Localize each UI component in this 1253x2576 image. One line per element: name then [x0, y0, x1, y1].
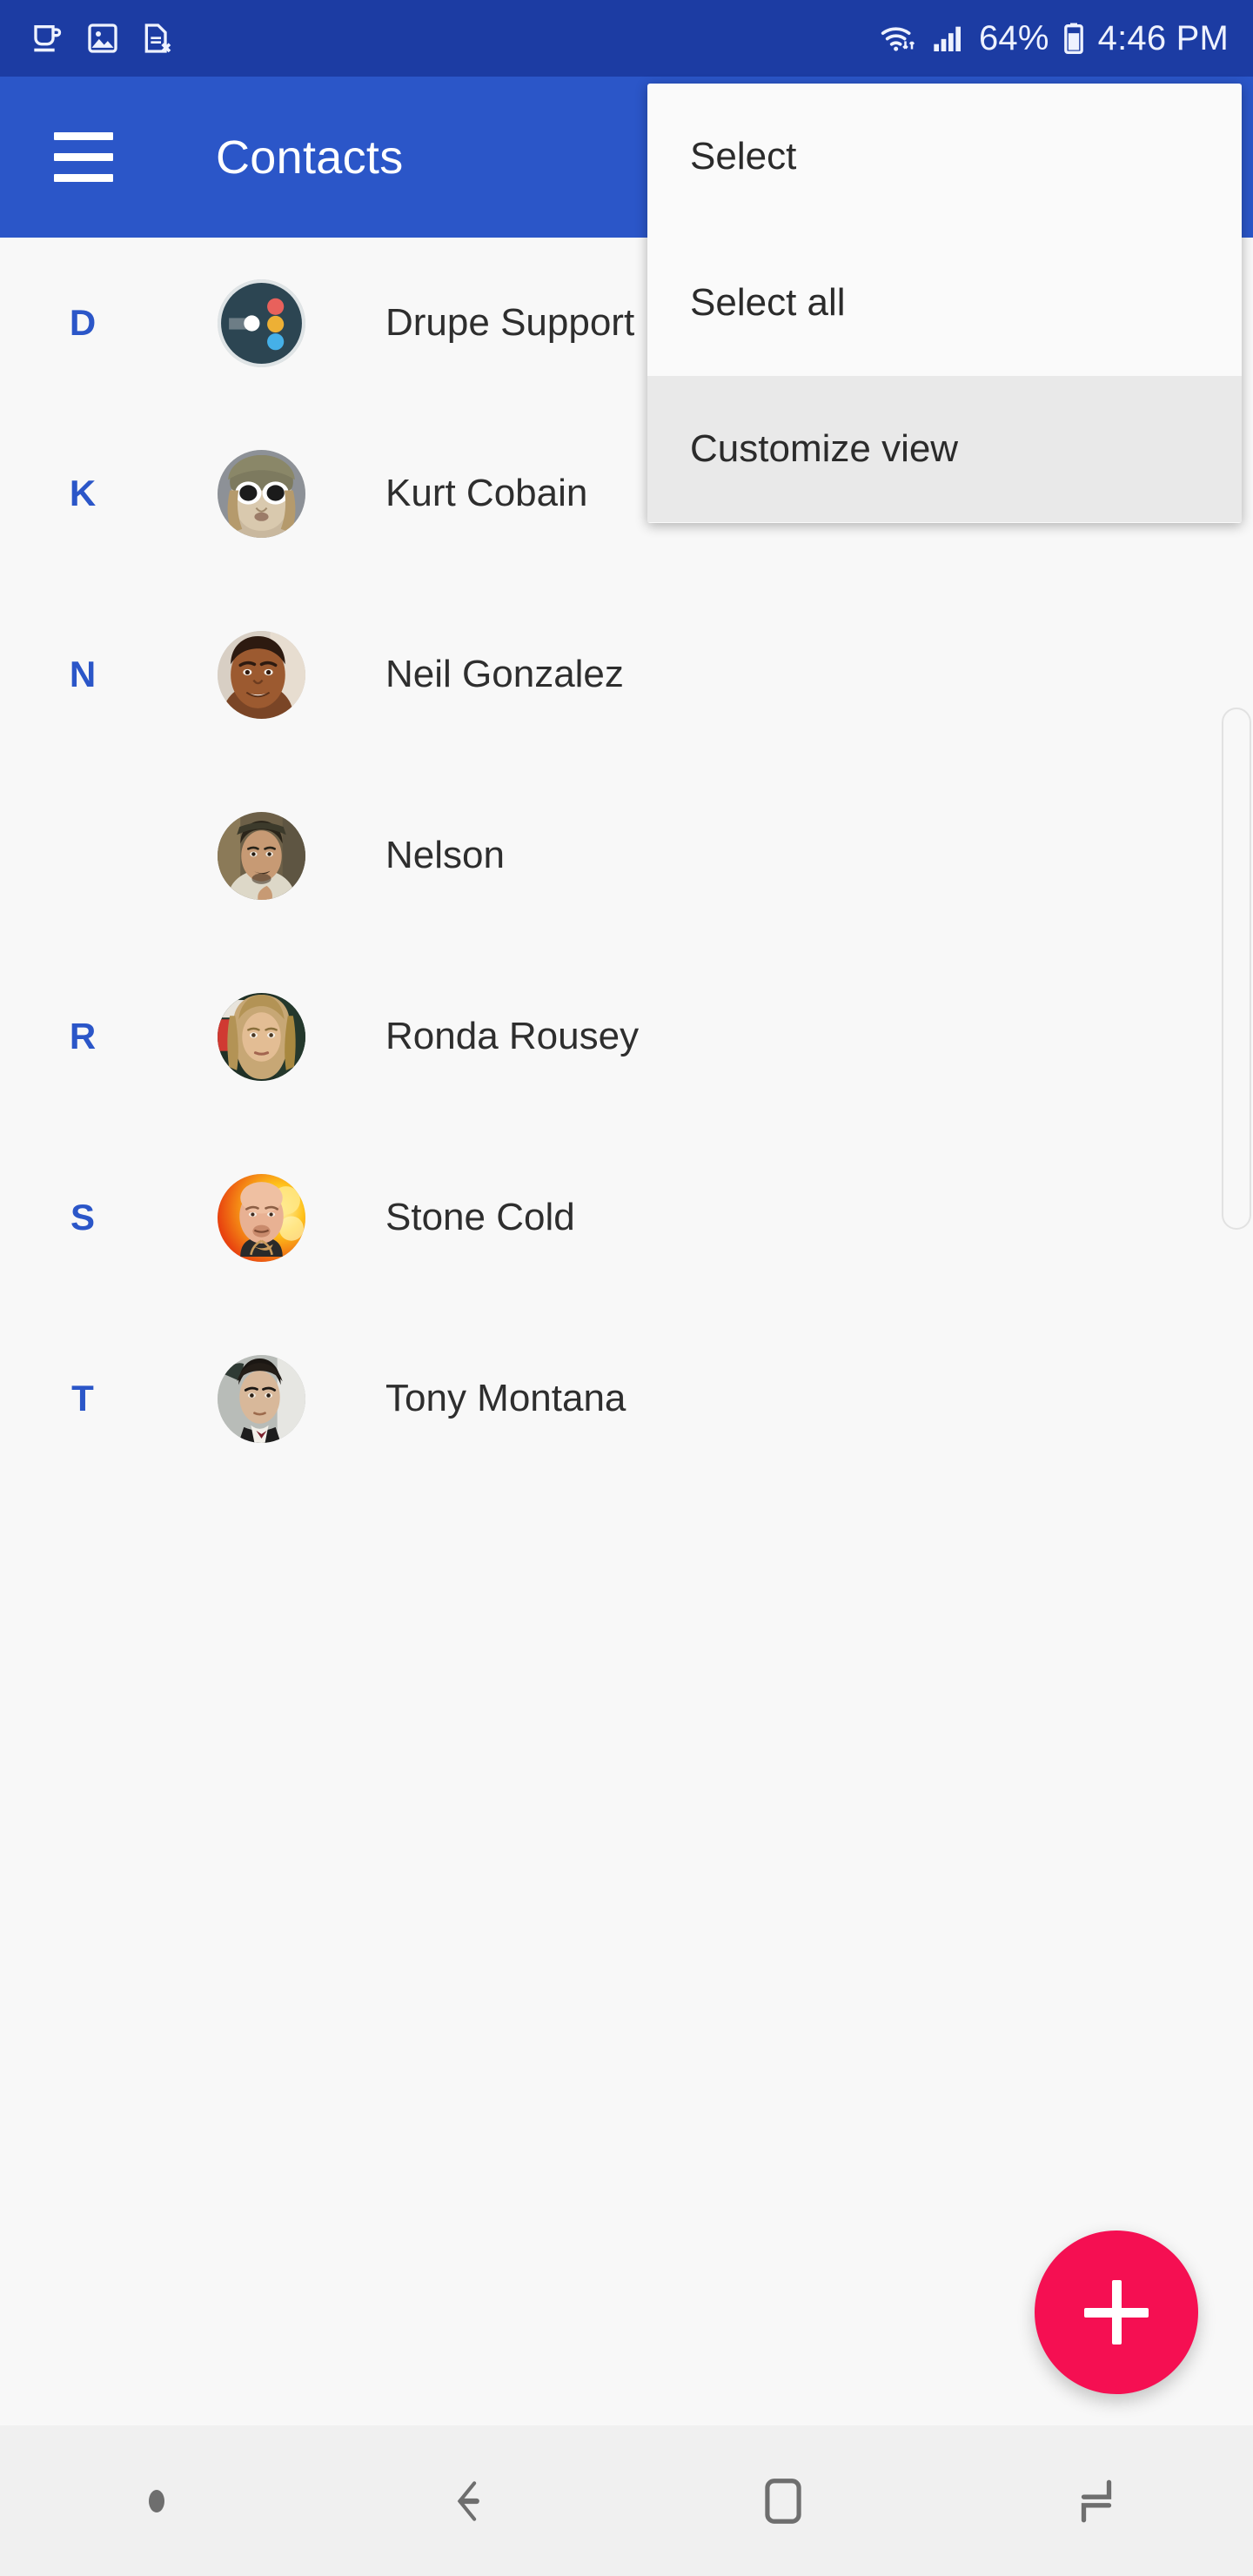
status-bar-notification-icons	[31, 21, 174, 56]
back-button[interactable]	[313, 2474, 626, 2528]
drupe-logo-avatar	[218, 278, 305, 367]
photo-avatar-ronda	[218, 992, 305, 1081]
back-arrow-icon	[457, 2480, 479, 2521]
hamburger-menu-icon[interactable]	[54, 118, 132, 197]
recents-icon	[1081, 2479, 1112, 2522]
home-square-icon	[765, 2478, 801, 2524]
menu-item-select-all[interactable]: Select all	[647, 230, 1242, 376]
recents-button[interactable]	[940, 2474, 1253, 2528]
contact-index-letter: T	[71, 1378, 94, 1419]
keyboard-indicator-slot[interactable]	[0, 2489, 313, 2512]
contact-index-letter: S	[70, 1197, 95, 1238]
wifi-icon	[881, 27, 915, 51]
cellular-signal-icon	[934, 26, 961, 51]
clock-label: 4:46 PM	[1097, 19, 1229, 57]
image-icon	[88, 23, 117, 53]
keyboard-indicator-dot-icon[interactable]	[149, 2489, 164, 2512]
contact-row[interactable]: S Stone Cold	[0, 1132, 1253, 1303]
status-bar: 64% 4:46 PM	[0, 0, 1253, 77]
hamburger-line	[54, 174, 113, 182]
contact-index-letter: D	[69, 302, 97, 343]
menu-item-customize-view[interactable]: Customize view	[647, 376, 1242, 522]
battery-icon	[1063, 23, 1083, 54]
contact-index-letter: R	[69, 1016, 97, 1057]
contact-row[interactable]: T Tony Montana	[0, 1313, 1253, 1484]
photo-avatar-nelson	[218, 811, 305, 900]
menu-item-select[interactable]: Select	[647, 84, 1242, 230]
contact-name: Tony Montana	[385, 1377, 626, 1419]
contact-name: Kurt Cobain	[385, 472, 588, 514]
photo-avatar-stonecold	[218, 1173, 305, 1262]
photo-avatar-neil	[218, 630, 305, 719]
hamburger-line	[54, 153, 113, 161]
battery-percent-label: 64%	[978, 19, 1049, 57]
hamburger-line	[54, 132, 113, 140]
contact-row[interactable]: Nelson	[0, 770, 1253, 941]
photo-avatar-tony	[218, 1354, 305, 1443]
contact-row[interactable]: N Neil Gonzalez	[0, 589, 1253, 760]
system-navigation-bar	[0, 2425, 1253, 2576]
contacts-list[interactable]: D Drupe Support K Kurt Cobain N Neil Gon…	[0, 238, 1253, 2425]
contact-index-letter: N	[69, 654, 97, 694]
contact-name: Neil Gonzalez	[385, 653, 624, 695]
status-bar-system-icons: 64% 4:46 PM	[880, 21, 1229, 56]
contact-name: Ronda Rousey	[385, 1015, 640, 1057]
page-title: Contacts	[216, 131, 404, 184]
scrollbar-thumb[interactable]	[1222, 708, 1251, 1230]
home-button[interactable]	[626, 2474, 940, 2528]
contact-index-letter: K	[69, 473, 97, 513]
add-contact-fab[interactable]	[1035, 2231, 1198, 2394]
overflow-menu[interactable]: Select Select all Customize view	[647, 84, 1242, 523]
photo-avatar-kurt	[218, 449, 305, 538]
contact-name: Nelson	[385, 834, 505, 876]
plus-icon	[1111, 2280, 1122, 2345]
contact-row[interactable]: R Ronda Rousey	[0, 951, 1253, 1122]
contact-name: Stone Cold	[385, 1196, 575, 1238]
cup-icon	[34, 25, 62, 52]
contact-name: Drupe Support	[385, 301, 635, 344]
sim-card-off-icon	[144, 23, 171, 53]
